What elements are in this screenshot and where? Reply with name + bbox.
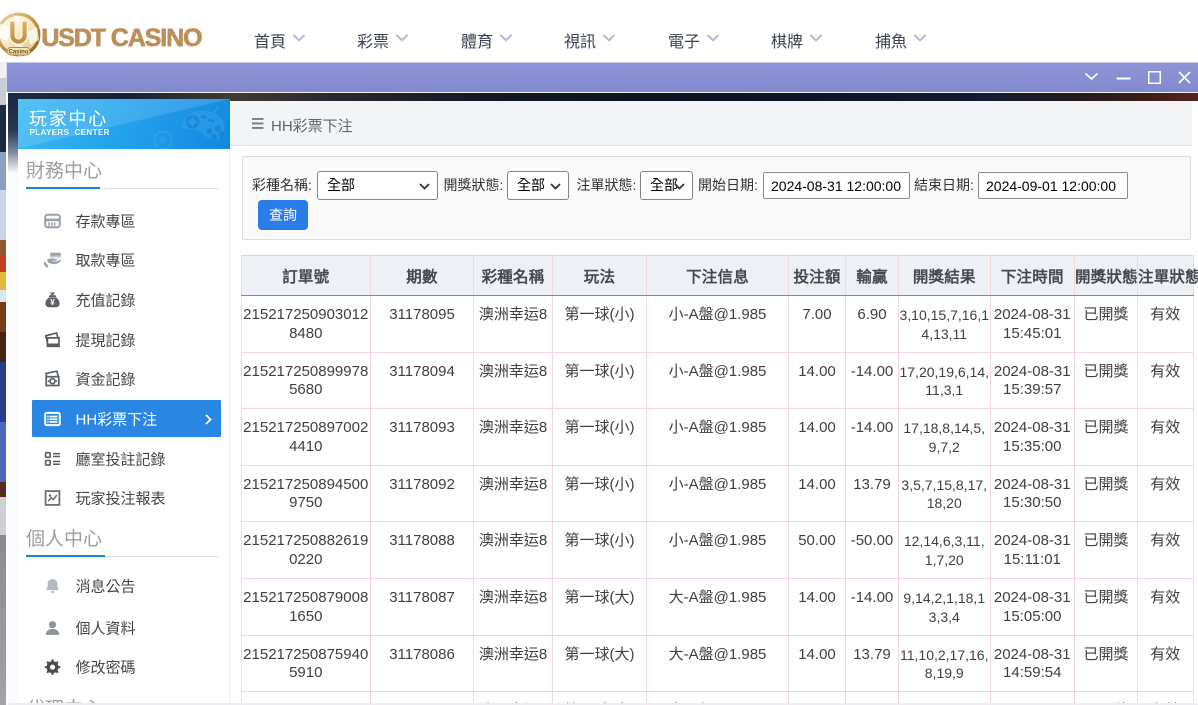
svg-text:Casino: Casino [8,50,28,56]
svg-text:¥: ¥ [50,297,55,307]
